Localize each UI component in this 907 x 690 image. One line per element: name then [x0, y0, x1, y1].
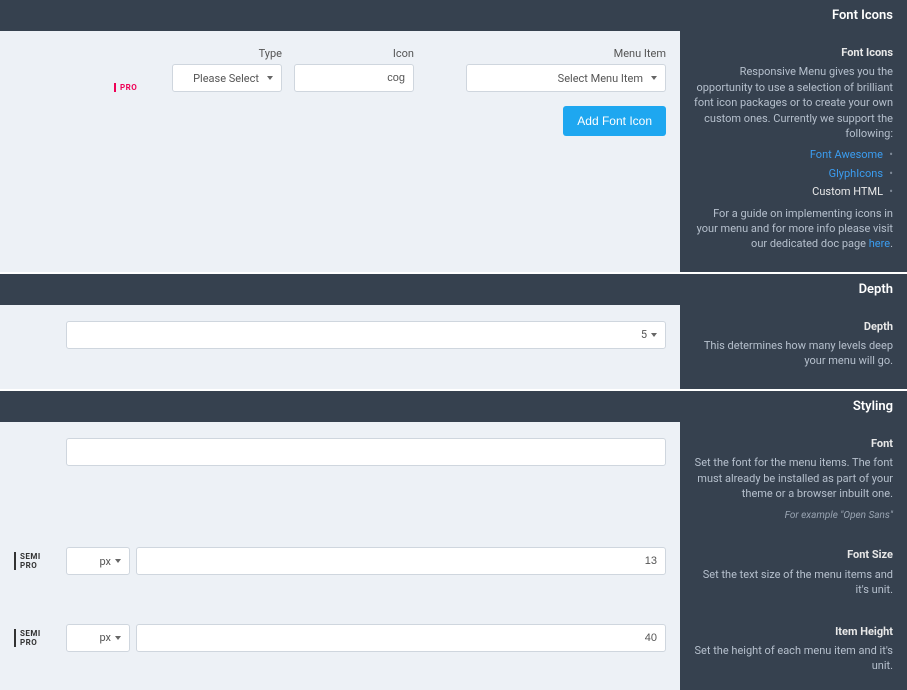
- font-icons-content: PRO Type Please Select Icon Menu Item Se…: [0, 31, 680, 272]
- menu-item-label: Menu Item: [614, 47, 666, 60]
- info-title: Depth: [694, 319, 893, 334]
- depth-value: 5: [641, 328, 647, 341]
- menu-item-select[interactable]: Select Menu Item: [466, 64, 666, 92]
- chevron-down-icon: [267, 76, 273, 80]
- menu-item-value: Select Menu Item: [558, 72, 643, 85]
- info-title: Font Size: [694, 547, 893, 562]
- font-size-content: SEMI PRO px: [0, 537, 680, 613]
- font-size-unit-select[interactable]: px: [66, 547, 130, 575]
- section-header-styling: Styling: [0, 391, 907, 422]
- unit-value: px: [99, 555, 111, 568]
- depth-info: Depth This determines how many levels de…: [680, 305, 907, 389]
- info-desc: Set the text size of the menu items and …: [694, 567, 893, 598]
- font-awesome-link[interactable]: Font Awesome: [810, 148, 883, 161]
- depth-select[interactable]: 5: [66, 321, 666, 349]
- info-desc: Responsive Menu gives you the opportunit…: [694, 64, 893, 141]
- type-label: Type: [259, 47, 282, 60]
- info-title: Font: [694, 436, 893, 451]
- info-desc: Set the height of each menu item and it'…: [694, 643, 893, 674]
- chevron-down-icon: [115, 559, 121, 563]
- chevron-down-icon: [651, 76, 657, 80]
- info-desc: Set the font for the menu items. The fon…: [694, 455, 893, 501]
- font-content: [0, 422, 680, 538]
- chevron-down-icon: [115, 636, 121, 640]
- info-title: Font Icons: [694, 45, 893, 60]
- icon-input[interactable]: [294, 64, 414, 92]
- info-title: Item Height: [694, 624, 893, 639]
- font-size-input[interactable]: [136, 547, 666, 575]
- glyphicons-link[interactable]: GlyphIcons: [829, 167, 883, 180]
- semi-pro-badge: SEMI PRO: [14, 552, 56, 570]
- pro-badge: PRO: [114, 83, 137, 92]
- semi-pro-badge: SEMI PRO: [14, 629, 56, 647]
- item-height-info: Item Height Set the height of each menu …: [680, 614, 907, 690]
- font-info: Font Set the font for the menu items. Th…: [680, 422, 907, 538]
- font-size-info: Font Size Set the text size of the menu …: [680, 537, 907, 613]
- font-input[interactable]: [66, 438, 666, 466]
- info-hint: For example "Open Sans": [694, 509, 893, 523]
- section-header-depth: Depth: [0, 274, 907, 305]
- item-height-content: SEMI PRO px: [0, 614, 680, 690]
- type-select-value: Please Select: [193, 72, 259, 85]
- doc-here-link[interactable]: here: [869, 237, 890, 250]
- font-icons-info: Font Icons Responsive Menu gives you the…: [680, 31, 907, 272]
- add-font-icon-button[interactable]: Add Font Icon: [563, 106, 666, 136]
- chevron-down-icon: [651, 333, 657, 337]
- section-header-font-icons: Font Icons: [0, 0, 907, 31]
- icon-label: Icon: [393, 47, 414, 60]
- unit-value: px: [99, 631, 111, 644]
- depth-content: 5: [0, 305, 680, 389]
- item-height-unit-select[interactable]: px: [66, 624, 130, 652]
- item-height-input[interactable]: [136, 624, 666, 652]
- info-desc: This determines how many levels deep you…: [694, 338, 893, 369]
- custom-html-text: Custom HTML: [812, 185, 883, 198]
- type-select[interactable]: Please Select: [172, 64, 282, 92]
- guide-text: For a guide on implementing icons in you…: [694, 206, 893, 252]
